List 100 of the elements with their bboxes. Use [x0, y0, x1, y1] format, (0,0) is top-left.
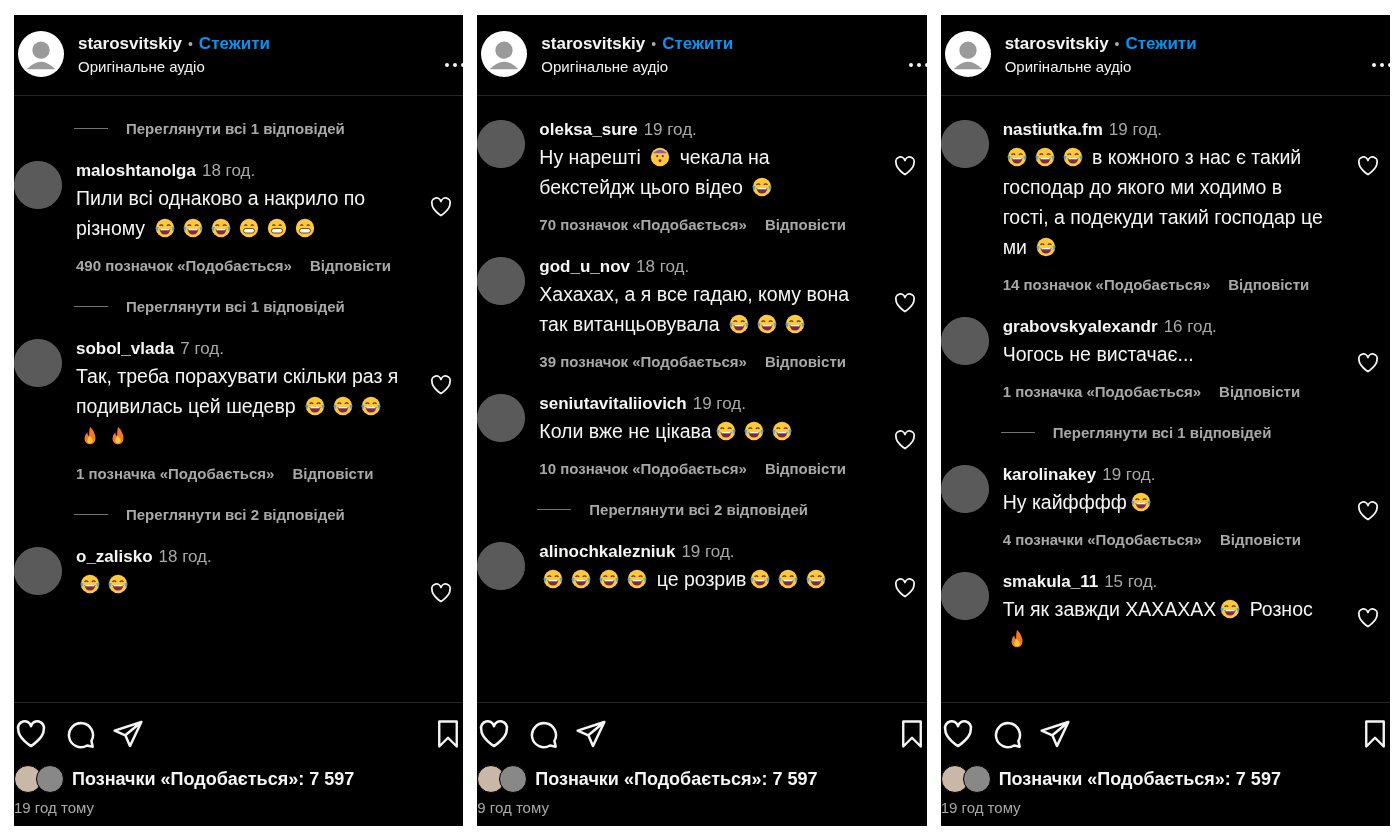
laughing-face-icon [749, 568, 772, 590]
comment-username[interactable]: oleksa_sure [539, 120, 638, 140]
comment-time: 19 год. [643, 120, 697, 140]
likes-total[interactable]: Позначки «Подобається»: 7 597 [535, 768, 818, 790]
laughing-face-icon [598, 568, 621, 590]
laughing-face-icon [714, 420, 737, 442]
separator-dot: • [1114, 35, 1120, 52]
reply-link[interactable]: Відповісти [764, 216, 846, 233]
comment-username[interactable]: grabovskyalexandr [1002, 317, 1158, 337]
like-icon[interactable] [892, 428, 917, 452]
separator-dot: • [651, 35, 657, 52]
like-icon[interactable] [429, 195, 454, 219]
avatar-photo [477, 257, 526, 305]
likes-total[interactable]: Позначки «Подобається»: 7 597 [72, 768, 355, 790]
avatar-photo [14, 547, 62, 595]
laughing-face-icon [1129, 491, 1152, 513]
avatar-photo [940, 120, 989, 168]
comment-text: це розрив [539, 564, 879, 594]
laughing-face-icon [1035, 236, 1058, 258]
like-count: 10 позначок «Подобається» [539, 460, 747, 477]
face-icon [649, 146, 672, 168]
comment-text: Ти як завжди ХАХАХАХ Рознос [1002, 594, 1342, 654]
laughing-face-icon [360, 395, 383, 417]
view-replies-link[interactable]: Переглянути всі 1 відповідей [1052, 424, 1272, 441]
like-icon[interactable] [1356, 499, 1380, 523]
laughing-face-icon [751, 176, 774, 198]
liker-avatar [36, 765, 64, 793]
view-replies-link[interactable]: Переглянути всі 1 відповідей [126, 298, 345, 315]
avatar-photo [477, 394, 526, 442]
laughing-face-icon [626, 568, 649, 590]
likes-total[interactable]: Позначки «Подобається»: 7 597 [998, 768, 1281, 790]
avatar-photo [14, 339, 62, 387]
follow-link[interactable]: Стежити [198, 33, 270, 54]
comment-username[interactable]: maloshtanolga [76, 161, 196, 181]
reply-link[interactable]: Відповісти [764, 460, 846, 477]
like-icon[interactable] [429, 581, 454, 605]
grinning-face-icon [265, 217, 288, 239]
comment-time: 19 год. [1108, 120, 1162, 140]
post-time: 19 год тому [940, 799, 1022, 816]
follow-link[interactable]: Стежити [1125, 33, 1197, 54]
comment-username[interactable]: nastiutka.fm [1002, 120, 1103, 140]
follow-link[interactable]: Стежити [662, 33, 734, 54]
comment-text: Пили всі однаково а накрило по різному [76, 186, 367, 241]
comment-time: 16 год. [1163, 317, 1217, 337]
audio-label[interactable]: Оригінальне аудіо [1004, 57, 1197, 75]
like-icon[interactable] [892, 154, 917, 178]
laughing-face-icon [332, 395, 355, 417]
reply-link[interactable]: Відповісти [292, 465, 374, 482]
like-icon[interactable] [1356, 154, 1380, 178]
liker-avatar [962, 765, 991, 793]
view-replies-link[interactable]: Переглянути всі 2 відповідей [589, 501, 809, 518]
comment-username[interactable]: karolinakey [1002, 465, 1097, 485]
laughing-face-icon [1005, 146, 1028, 168]
like-icon[interactable] [429, 373, 454, 397]
laughing-face-icon [79, 573, 101, 595]
username[interactable]: starosvitskiy [78, 33, 182, 54]
like-icon[interactable] [892, 576, 917, 600]
grinning-face-icon [293, 217, 316, 239]
username[interactable]: starosvitskiy [541, 33, 646, 54]
like-count: 490 позначок «Подобається» [76, 257, 292, 274]
audio-label[interactable]: Оригінальне аудіо [78, 57, 270, 75]
reply-link[interactable]: Відповісти [1228, 276, 1310, 293]
send-icon[interactable] [575, 718, 608, 750]
like-count: 70 позначок «Подобається» [539, 216, 747, 233]
comment-time: 18 год. [636, 257, 690, 277]
comment-username[interactable]: smakula_11 [1002, 572, 1099, 592]
comment-username[interactable]: god_u_nov [539, 257, 630, 277]
avatar-photo [940, 465, 989, 513]
reply-link[interactable]: Відповісти [764, 353, 846, 370]
reply-link[interactable]: Відповісти [1219, 383, 1301, 400]
like-icon[interactable] [1356, 606, 1380, 630]
like-count: 1 позначка «Подобається» [1002, 383, 1202, 400]
send-icon[interactable] [112, 718, 144, 750]
laughing-face-icon [805, 568, 828, 590]
avatar-icon [944, 31, 991, 77]
view-replies-link[interactable]: Переглянути всі 2 відповідей [126, 506, 345, 523]
laughing-face-icon [1219, 598, 1242, 620]
laughing-face-icon [727, 313, 750, 335]
like-count: 1 позначка «Подобається» [76, 465, 275, 482]
laughing-face-icon [742, 420, 765, 442]
reply-link[interactable]: Відповісти [309, 257, 391, 274]
liker-avatar [499, 765, 528, 793]
username[interactable]: starosvitskiy [1004, 33, 1109, 54]
laughing-face-icon [107, 573, 129, 595]
comment-username[interactable]: seniutavitaliiovich [539, 394, 687, 414]
laughing-face-icon [181, 217, 204, 239]
like-icon[interactable] [892, 291, 917, 315]
like-count: 14 позначок «Подобається» [1002, 276, 1211, 293]
reply-link[interactable]: Відповісти [1219, 531, 1301, 548]
comment-time: 19 год. [692, 394, 746, 414]
like-icon[interactable] [1356, 351, 1380, 375]
comment-username[interactable]: sobol_vlada [76, 339, 175, 359]
comment-time: 15 год. [1104, 572, 1158, 592]
comment-time: 19 год. [1102, 465, 1156, 485]
comment-username[interactable]: o_zalisko [76, 547, 153, 567]
send-icon[interactable] [1038, 718, 1071, 750]
avatar-icon [481, 31, 528, 77]
view-replies-link[interactable]: Переглянути всі 1 відповідей [126, 120, 345, 137]
comment-username[interactable]: alinochkalezniuk [539, 542, 676, 562]
audio-label[interactable]: Оригінальне аудіо [541, 57, 734, 75]
